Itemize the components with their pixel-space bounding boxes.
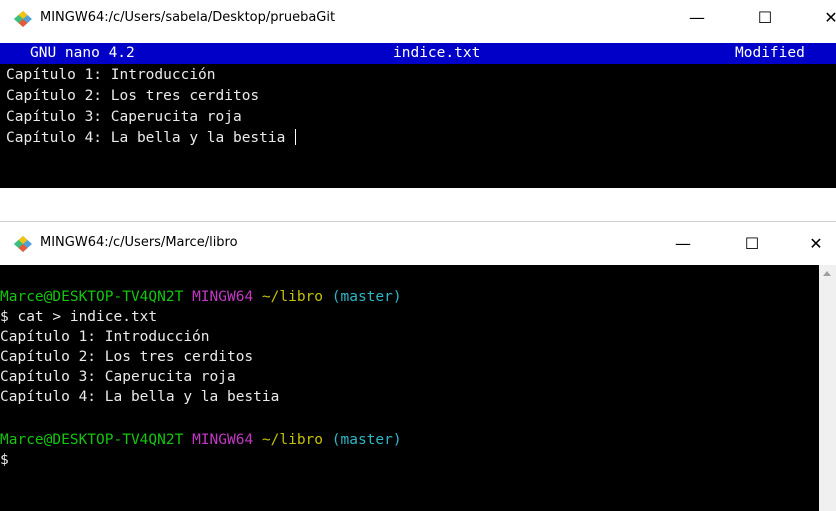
nano-window: MINGW64:/c/Users/sabela/Desktop/pruebaGi… xyxy=(0,0,836,190)
nano-window-titlebar[interactable]: MINGW64:/c/Users/sabela/Desktop/pruebaGi… xyxy=(0,0,836,38)
window-title: MINGW64:/c/Users/sabela/Desktop/pruebaGi… xyxy=(40,10,336,25)
text-cursor xyxy=(295,129,297,145)
prompt-shell: MINGW64 xyxy=(192,289,254,305)
prompt-path: ~/libro xyxy=(261,432,324,448)
scroll-up-arrow-icon[interactable] xyxy=(823,271,831,276)
prompt-shell: MINGW64 xyxy=(192,432,254,448)
prompt-branch: (master) xyxy=(331,432,402,448)
vertical-scrollbar[interactable] xyxy=(819,265,836,511)
editor-line: Capítulo 1: Introducción xyxy=(6,67,216,83)
close-icon[interactable]: ✕ xyxy=(806,234,826,254)
maximize-icon[interactable]: ☐ xyxy=(755,8,775,28)
editor-current-line: Capítulo 4: La bella y la bestia xyxy=(6,128,297,148)
output-line: Capítulo 2: Los tres cerditos xyxy=(0,349,254,365)
bash-window-titlebar[interactable]: MINGW64:/c/Users/Marce/libro — ☐ ✕ xyxy=(0,222,836,264)
prompt-line: Marce@DESKTOP-TV4QN2T MINGW64 ~/libro (m… xyxy=(0,287,402,307)
nano-header-bar: GNU nano 4.2 indice.txt Modified xyxy=(0,43,836,64)
nano-terminal[interactable]: GNU nano 4.2 indice.txt Modified Capítul… xyxy=(0,43,836,188)
prompt-path: ~/libro xyxy=(261,289,324,305)
nano-filename: indice.txt xyxy=(393,45,481,61)
output-line: Capítulo 1: Introducción xyxy=(0,329,210,345)
command-line: $ cat > indice.txt xyxy=(0,309,158,325)
maximize-icon[interactable]: ☐ xyxy=(742,234,762,254)
bash-window: MINGW64:/c/Users/Marce/libro — ☐ ✕ Marce… xyxy=(0,222,836,511)
bash-terminal[interactable]: Marce@DESKTOP-TV4QN2T MINGW64 ~/libro (m… xyxy=(0,265,819,511)
close-icon[interactable]: ✕ xyxy=(821,8,836,28)
editor-line: Capítulo 2: Los tres cerditos xyxy=(6,88,260,104)
output-line: Capítulo 4: La bella y la bestia xyxy=(0,389,280,405)
git-bash-app-icon xyxy=(14,11,32,27)
git-bash-app-icon xyxy=(14,236,32,252)
minimize-icon[interactable]: — xyxy=(673,234,693,254)
prompt-user-host: Marce@DESKTOP-TV4QN2T xyxy=(0,432,184,448)
prompt-line: Marce@DESKTOP-TV4QN2T MINGW64 ~/libro (m… xyxy=(0,430,402,450)
output-line: Capítulo 3: Caperucita roja xyxy=(0,369,236,385)
window-title: MINGW64:/c/Users/Marce/libro xyxy=(40,235,238,250)
prompt-branch: (master) xyxy=(331,289,402,305)
nano-modified-status: Modified xyxy=(735,45,805,61)
prompt-user-host: Marce@DESKTOP-TV4QN2T xyxy=(0,289,184,305)
editor-line: Capítulo 3: Caperucita roja xyxy=(6,109,242,125)
editor-line-text: Capítulo 4: La bella y la bestia xyxy=(6,130,295,146)
minimize-icon[interactable]: — xyxy=(687,8,707,28)
shell-prompt: $ xyxy=(0,452,9,468)
nano-version: GNU nano 4.2 xyxy=(30,45,135,61)
